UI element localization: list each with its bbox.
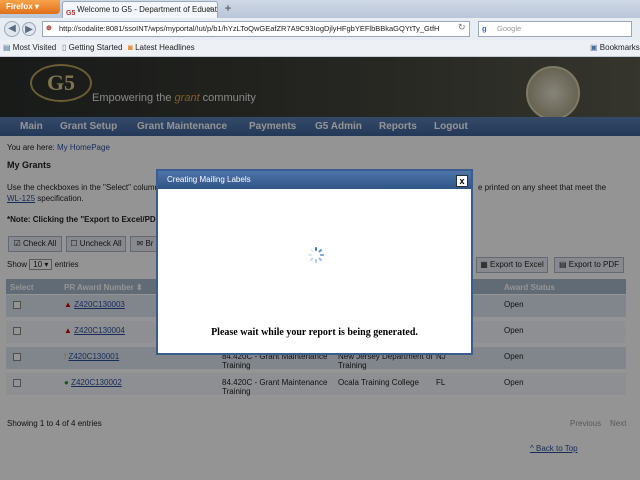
close-icon[interactable]: x <box>456 175 468 187</box>
bookmarks-icon: ▣ <box>590 43 598 52</box>
bookmark-label: Latest Headlines <box>135 43 195 52</box>
search-input[interactable]: g Google <box>478 21 632 37</box>
page-icon: ▯ <box>62 43 67 52</box>
reload-icon[interactable]: ↻ <box>458 22 466 33</box>
tab-title: Welcome to G5 - Department of Educati... <box>77 5 218 14</box>
most-visited-bookmark[interactable]: ▤ Most Visited <box>3 40 56 55</box>
back-arrow-icon[interactable]: ◀ <box>4 21 20 37</box>
loading-spinner-icon <box>308 247 324 263</box>
firefox-menu-button[interactable]: Firefox ▾ <box>0 0 60 14</box>
getting-started-bookmark[interactable]: ▯ Getting Started <box>62 40 122 55</box>
new-tab-button[interactable]: + <box>221 2 235 16</box>
tab-close-icon[interactable]: ✕ <box>206 2 213 18</box>
bookmark-label: Most Visited <box>12 43 57 52</box>
search-placeholder: Google <box>497 24 522 33</box>
rss-icon: ◙ <box>128 43 133 52</box>
bookmark-folder-icon: ▤ <box>3 43 11 52</box>
bookmark-label: Getting Started <box>68 43 123 52</box>
google-icon: g <box>482 24 487 33</box>
latest-headlines-bookmark[interactable]: ◙ Latest Headlines <box>128 40 195 55</box>
firefox-menu-label: Firefox <box>6 2 33 11</box>
url-input[interactable]: ⊕ http://sodalite:8081/ssoINT/wps/myport… <box>42 21 470 37</box>
wait-message: Please wait while your report is being g… <box>211 327 418 338</box>
g5-favicon-icon: G5 <box>66 10 76 17</box>
browser-tab[interactable]: G5 Welcome to G5 - Department of Educati… <box>62 1 218 18</box>
url-text: http://sodalite:8081/ssoINT/wps/myportal… <box>59 24 440 33</box>
site-identity-icon: ⊕ <box>46 25 52 32</box>
bookmarks-menu[interactable]: ▣ Bookmarks <box>590 40 640 55</box>
dialog-title: Creating Mailing Labels <box>158 171 471 189</box>
forward-arrow-icon[interactable]: ▶ <box>22 22 36 36</box>
bookmarks-menu-label: Bookmarks <box>599 43 640 52</box>
